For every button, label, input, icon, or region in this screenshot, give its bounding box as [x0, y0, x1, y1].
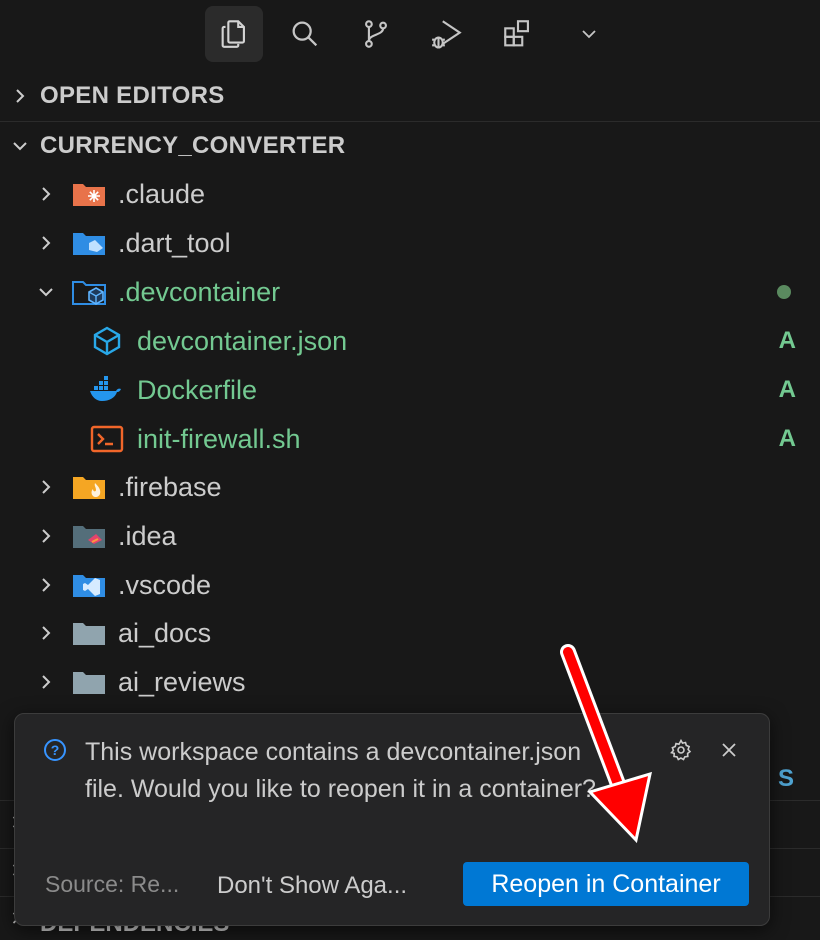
- search-button[interactable]: [276, 6, 334, 62]
- tree-item-init-firewall[interactable]: init-firewall.sh A: [0, 415, 820, 463]
- tree-item-label: ai_reviews: [118, 667, 246, 697]
- git-status-badge: A: [778, 425, 796, 452]
- source-control-icon: [365, 20, 387, 48]
- activity-bar: [0, 0, 820, 70]
- chevron-right-icon: [42, 578, 51, 592]
- modified-dot-icon: [777, 285, 791, 299]
- tree-item-ai-docs[interactable]: ai_docs: [0, 609, 820, 657]
- tree-item-vscode[interactable]: .vscode: [0, 561, 820, 609]
- chevron-right-icon: [42, 187, 51, 201]
- tree-item-label: init-firewall.sh: [137, 424, 301, 454]
- devcontainer-file-icon: [93, 326, 121, 356]
- tree-item-label: .idea: [118, 521, 177, 551]
- folder-icon: [73, 672, 105, 694]
- devcontainer-folder-icon: [72, 281, 106, 305]
- shell-icon: [90, 425, 124, 453]
- devcontainer-notification: ? This workspace contains a devcontainer…: [14, 713, 770, 926]
- extensions-icon: [504, 20, 529, 47]
- tree-item-label: .devcontainer: [118, 277, 281, 307]
- explorer-icon: [221, 20, 245, 48]
- dart-folder-icon: [73, 233, 105, 255]
- git-status-badge: A: [778, 327, 796, 354]
- idea-folder-icon: [73, 526, 105, 548]
- tree-item-firebase[interactable]: .firebase: [0, 463, 820, 511]
- tree-item-label: .claude: [118, 179, 206, 209]
- tree-item-label: .vscode: [118, 570, 212, 600]
- chevron-down-icon: [582, 30, 596, 39]
- search-icon: [292, 21, 318, 47]
- run-debug-button[interactable]: [418, 6, 476, 62]
- chevron-down-icon: [39, 288, 53, 297]
- tree-item-ai-reviews[interactable]: ai_reviews: [0, 658, 820, 706]
- tree-item-label: .dart_tool: [118, 228, 231, 258]
- tree-item-claude[interactable]: .claude: [0, 170, 820, 218]
- git-status-badge: A: [778, 376, 796, 403]
- folder-icon: [73, 623, 105, 645]
- source-control-button[interactable]: [347, 6, 405, 62]
- run-debug-icon: [432, 20, 462, 49]
- tree-item-label: .firebase: [118, 472, 222, 502]
- more-views-button[interactable]: [560, 6, 618, 62]
- tree-item-label: Dockerfile: [137, 375, 258, 405]
- tree-item-devcontainer[interactable]: .devcontainer: [0, 268, 820, 316]
- notification-message: This workspace contains a devcontainer.j…: [85, 738, 596, 803]
- project-header[interactable]: CURRENCY_CONVERTER: [0, 122, 820, 170]
- extensions-button[interactable]: [489, 6, 547, 62]
- svg-text:?: ?: [51, 742, 60, 758]
- question-info-icon: ?: [44, 739, 66, 761]
- reopen-in-container-button[interactable]: Reopen in Container: [463, 862, 749, 906]
- docker-icon: [90, 376, 121, 401]
- partial-text-behind: S: [778, 765, 795, 792]
- tree-item-idea[interactable]: .idea: [0, 512, 820, 560]
- project-label: CURRENCY_CONVERTER: [40, 132, 346, 159]
- chevron-right-icon: [42, 236, 51, 250]
- tree-item-dart-tool[interactable]: .dart_tool: [0, 219, 820, 267]
- tree-item-label: ai_docs: [118, 618, 212, 648]
- dont-show-again-button[interactable]: Don't Show Aga...: [213, 864, 411, 908]
- tree-item-devcontainer-json[interactable]: devcontainer.json A: [0, 317, 820, 365]
- claude-folder-icon: [73, 184, 105, 206]
- chevron-right-icon: [42, 675, 51, 689]
- open-editors-label: OPEN EDITORS: [40, 82, 225, 109]
- chevron-right-icon: [42, 626, 51, 640]
- gear-icon[interactable]: [669, 738, 693, 762]
- chevron-down-icon: [13, 142, 27, 151]
- open-editors-header[interactable]: OPEN EDITORS: [0, 72, 820, 120]
- firebase-folder-icon: [73, 477, 105, 499]
- chevron-right-icon: [16, 89, 25, 103]
- chevron-right-icon: [42, 529, 51, 543]
- tree-item-label: devcontainer.json: [137, 326, 348, 356]
- chevron-right-icon: [42, 480, 51, 494]
- explorer-root: OPEN EDITORS CURRENCY_CONVERTER .claude …: [0, 0, 820, 940]
- close-icon[interactable]: [717, 738, 741, 762]
- vscode-folder-icon: [73, 575, 105, 597]
- notification-source: Source: Re...: [45, 871, 180, 897]
- explorer-button[interactable]: [205, 6, 263, 62]
- tree-item-dockerfile[interactable]: Dockerfile A: [0, 366, 820, 414]
